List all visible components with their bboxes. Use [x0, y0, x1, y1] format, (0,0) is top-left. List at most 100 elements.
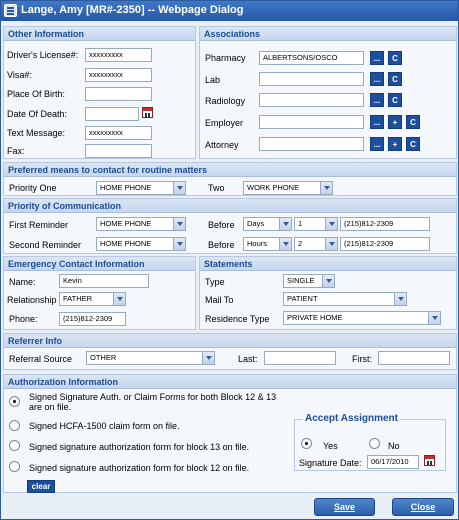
relationship-label: Relationship	[7, 295, 57, 305]
second-reminder-value: HOME PHONE	[100, 239, 152, 248]
residence-type-select[interactable]: PRIVATE HOME	[283, 311, 441, 325]
referrer-last-label: Last:	[238, 354, 258, 364]
calendar-icon[interactable]	[142, 107, 153, 118]
relationship-value: FATHER	[63, 294, 93, 303]
chevron-down-icon	[320, 182, 332, 194]
accept-yes-radio[interactable]	[301, 438, 312, 449]
dialog-window: Lange, Amy [MR#-2350] -- Webpage Dialog …	[0, 0, 459, 520]
employer-label: Employer	[205, 118, 244, 128]
first-unit-value: Days	[247, 219, 265, 228]
auth-option-block13-radio[interactable]	[9, 440, 20, 451]
referrer-last-input[interactable]	[264, 351, 336, 365]
auth-option-both-label: Signed Signature Auth. or Claim Forms fo…	[29, 392, 277, 412]
first-unit-select[interactable]: Days	[243, 217, 292, 231]
signature-date-input[interactable]: 06/17/2010	[367, 455, 419, 469]
save-button[interactable]: Save	[314, 498, 375, 516]
emergency-phone-label: Phone:	[9, 314, 38, 324]
other-information-panel: Other Information Driver's License#: xxx…	[3, 26, 196, 159]
text-message-label: Text Message:	[7, 128, 66, 138]
emergency-name-label: Name:	[9, 277, 36, 287]
visa-input[interactable]: xxxxxxxxx	[85, 68, 152, 82]
chevron-down-icon	[173, 218, 185, 230]
second-unit-select[interactable]: Hours	[243, 237, 292, 251]
close-button[interactable]: Close	[392, 498, 454, 516]
referrer-info-panel: Referrer Info Referral Source OTHER Last…	[3, 333, 457, 370]
accept-no-radio[interactable]	[369, 438, 380, 449]
auth-option-block12-radio[interactable]	[9, 461, 20, 472]
pharmacy-input[interactable]: ALBERTSONS/OSCO	[259, 51, 364, 65]
associations-header: Associations	[200, 27, 456, 41]
statement-type-value: SINGLE	[287, 276, 315, 285]
emergency-phone-input[interactable]: (215)812-2309	[59, 312, 126, 326]
employer-input[interactable]	[259, 115, 364, 129]
auth-option-block13-label: Signed signature authorization form for …	[29, 442, 250, 452]
relationship-select[interactable]: FATHER	[59, 292, 126, 306]
priority-two-select[interactable]: WORK PHONE	[243, 181, 333, 195]
accept-assignment-group: Accept Assignment Yes No Signature Date:…	[294, 413, 446, 471]
first-phone-input[interactable]: (215)812-2309	[340, 217, 430, 231]
second-unit-value: Hours	[247, 239, 268, 248]
place-of-birth-input[interactable]	[85, 87, 152, 101]
clear-button[interactable]: clear	[27, 480, 55, 493]
lab-search-button[interactable]: ...	[370, 72, 384, 86]
pharmacy-clear-button[interactable]: C	[388, 51, 402, 65]
window-icon	[4, 4, 17, 17]
second-before-label: Before	[208, 240, 235, 250]
referrer-first-input[interactable]	[378, 351, 450, 365]
second-reminder-select[interactable]: HOME PHONE	[96, 237, 186, 251]
drivers-license-input[interactable]: xxxxxxxxx	[85, 48, 152, 62]
referral-source-value: OTHER	[90, 353, 117, 362]
statement-type-select[interactable]: SINGLE	[283, 274, 335, 288]
authorization-header: Authorization Information	[4, 375, 456, 389]
attorney-label: Attorney	[205, 140, 239, 150]
mail-to-label: Mail To	[205, 295, 234, 305]
employer-search-button[interactable]: ...	[370, 115, 384, 129]
first-reminder-select[interactable]: HOME PHONE	[96, 217, 186, 231]
auth-option-hcfa-radio[interactable]	[9, 420, 20, 431]
second-phone-input[interactable]: (215)812-2309	[340, 237, 430, 251]
emergency-name-input[interactable]: Kevin	[59, 274, 149, 288]
chevron-down-icon	[173, 182, 185, 194]
statements-panel: Statements Type SINGLE Mail To PATIENT R…	[199, 256, 457, 330]
priority-one-value: HOME PHONE	[100, 183, 152, 192]
auth-option-both-radio[interactable]	[9, 396, 20, 407]
emergency-contact-panel: Emergency Contact Information Name: Kevi…	[3, 256, 196, 330]
title-bar: Lange, Amy [MR#-2350] -- Webpage Dialog	[1, 1, 458, 21]
text-message-input[interactable]: xxxxxxxxx	[85, 126, 152, 140]
referral-source-select[interactable]: OTHER	[86, 351, 215, 365]
date-of-death-input[interactable]	[85, 107, 139, 121]
first-number-select[interactable]: 1	[294, 217, 338, 231]
lab-clear-button[interactable]: C	[388, 72, 402, 86]
radiology-input[interactable]	[259, 93, 364, 107]
pharmacy-label: Pharmacy	[205, 53, 246, 63]
lab-input[interactable]	[259, 72, 364, 86]
emergency-contact-header: Emergency Contact Information	[4, 257, 195, 271]
residence-type-value: PRIVATE HOME	[287, 313, 343, 322]
fax-input[interactable]	[85, 144, 152, 158]
chevron-down-icon	[279, 218, 291, 230]
radiology-clear-button[interactable]: C	[388, 93, 402, 107]
chevron-down-icon	[279, 238, 291, 250]
radiology-search-button[interactable]: ...	[370, 93, 384, 107]
chevron-down-icon	[325, 218, 337, 230]
lab-label: Lab	[205, 75, 221, 85]
attorney-add-button[interactable]: +	[388, 137, 402, 151]
chevron-down-icon	[428, 312, 440, 324]
authorization-panel: Authorization Information Signed Signatu…	[3, 374, 457, 493]
employer-clear-button[interactable]: C	[406, 115, 420, 129]
chevron-down-icon	[113, 293, 125, 305]
pharmacy-search-button[interactable]: ...	[370, 51, 384, 65]
associations-panel: Associations Pharmacy ALBERTSONS/OSCO ..…	[199, 26, 457, 159]
attorney-search-button[interactable]: ...	[370, 137, 384, 151]
attorney-input[interactable]	[259, 137, 364, 151]
referral-source-label: Referral Source	[9, 354, 73, 364]
preferred-contact-header: Preferred means to contact for routine m…	[4, 163, 456, 177]
priority-one-select[interactable]: HOME PHONE	[96, 181, 186, 195]
mail-to-select[interactable]: PATIENT	[283, 292, 407, 306]
employer-add-button[interactable]: +	[388, 115, 402, 129]
second-number-select[interactable]: 2	[294, 237, 338, 251]
priority-two-label: Two	[208, 183, 225, 193]
attorney-clear-button[interactable]: C	[406, 137, 420, 151]
calendar-icon[interactable]	[424, 455, 435, 466]
place-of-birth-label: Place Of Birth:	[7, 89, 66, 99]
